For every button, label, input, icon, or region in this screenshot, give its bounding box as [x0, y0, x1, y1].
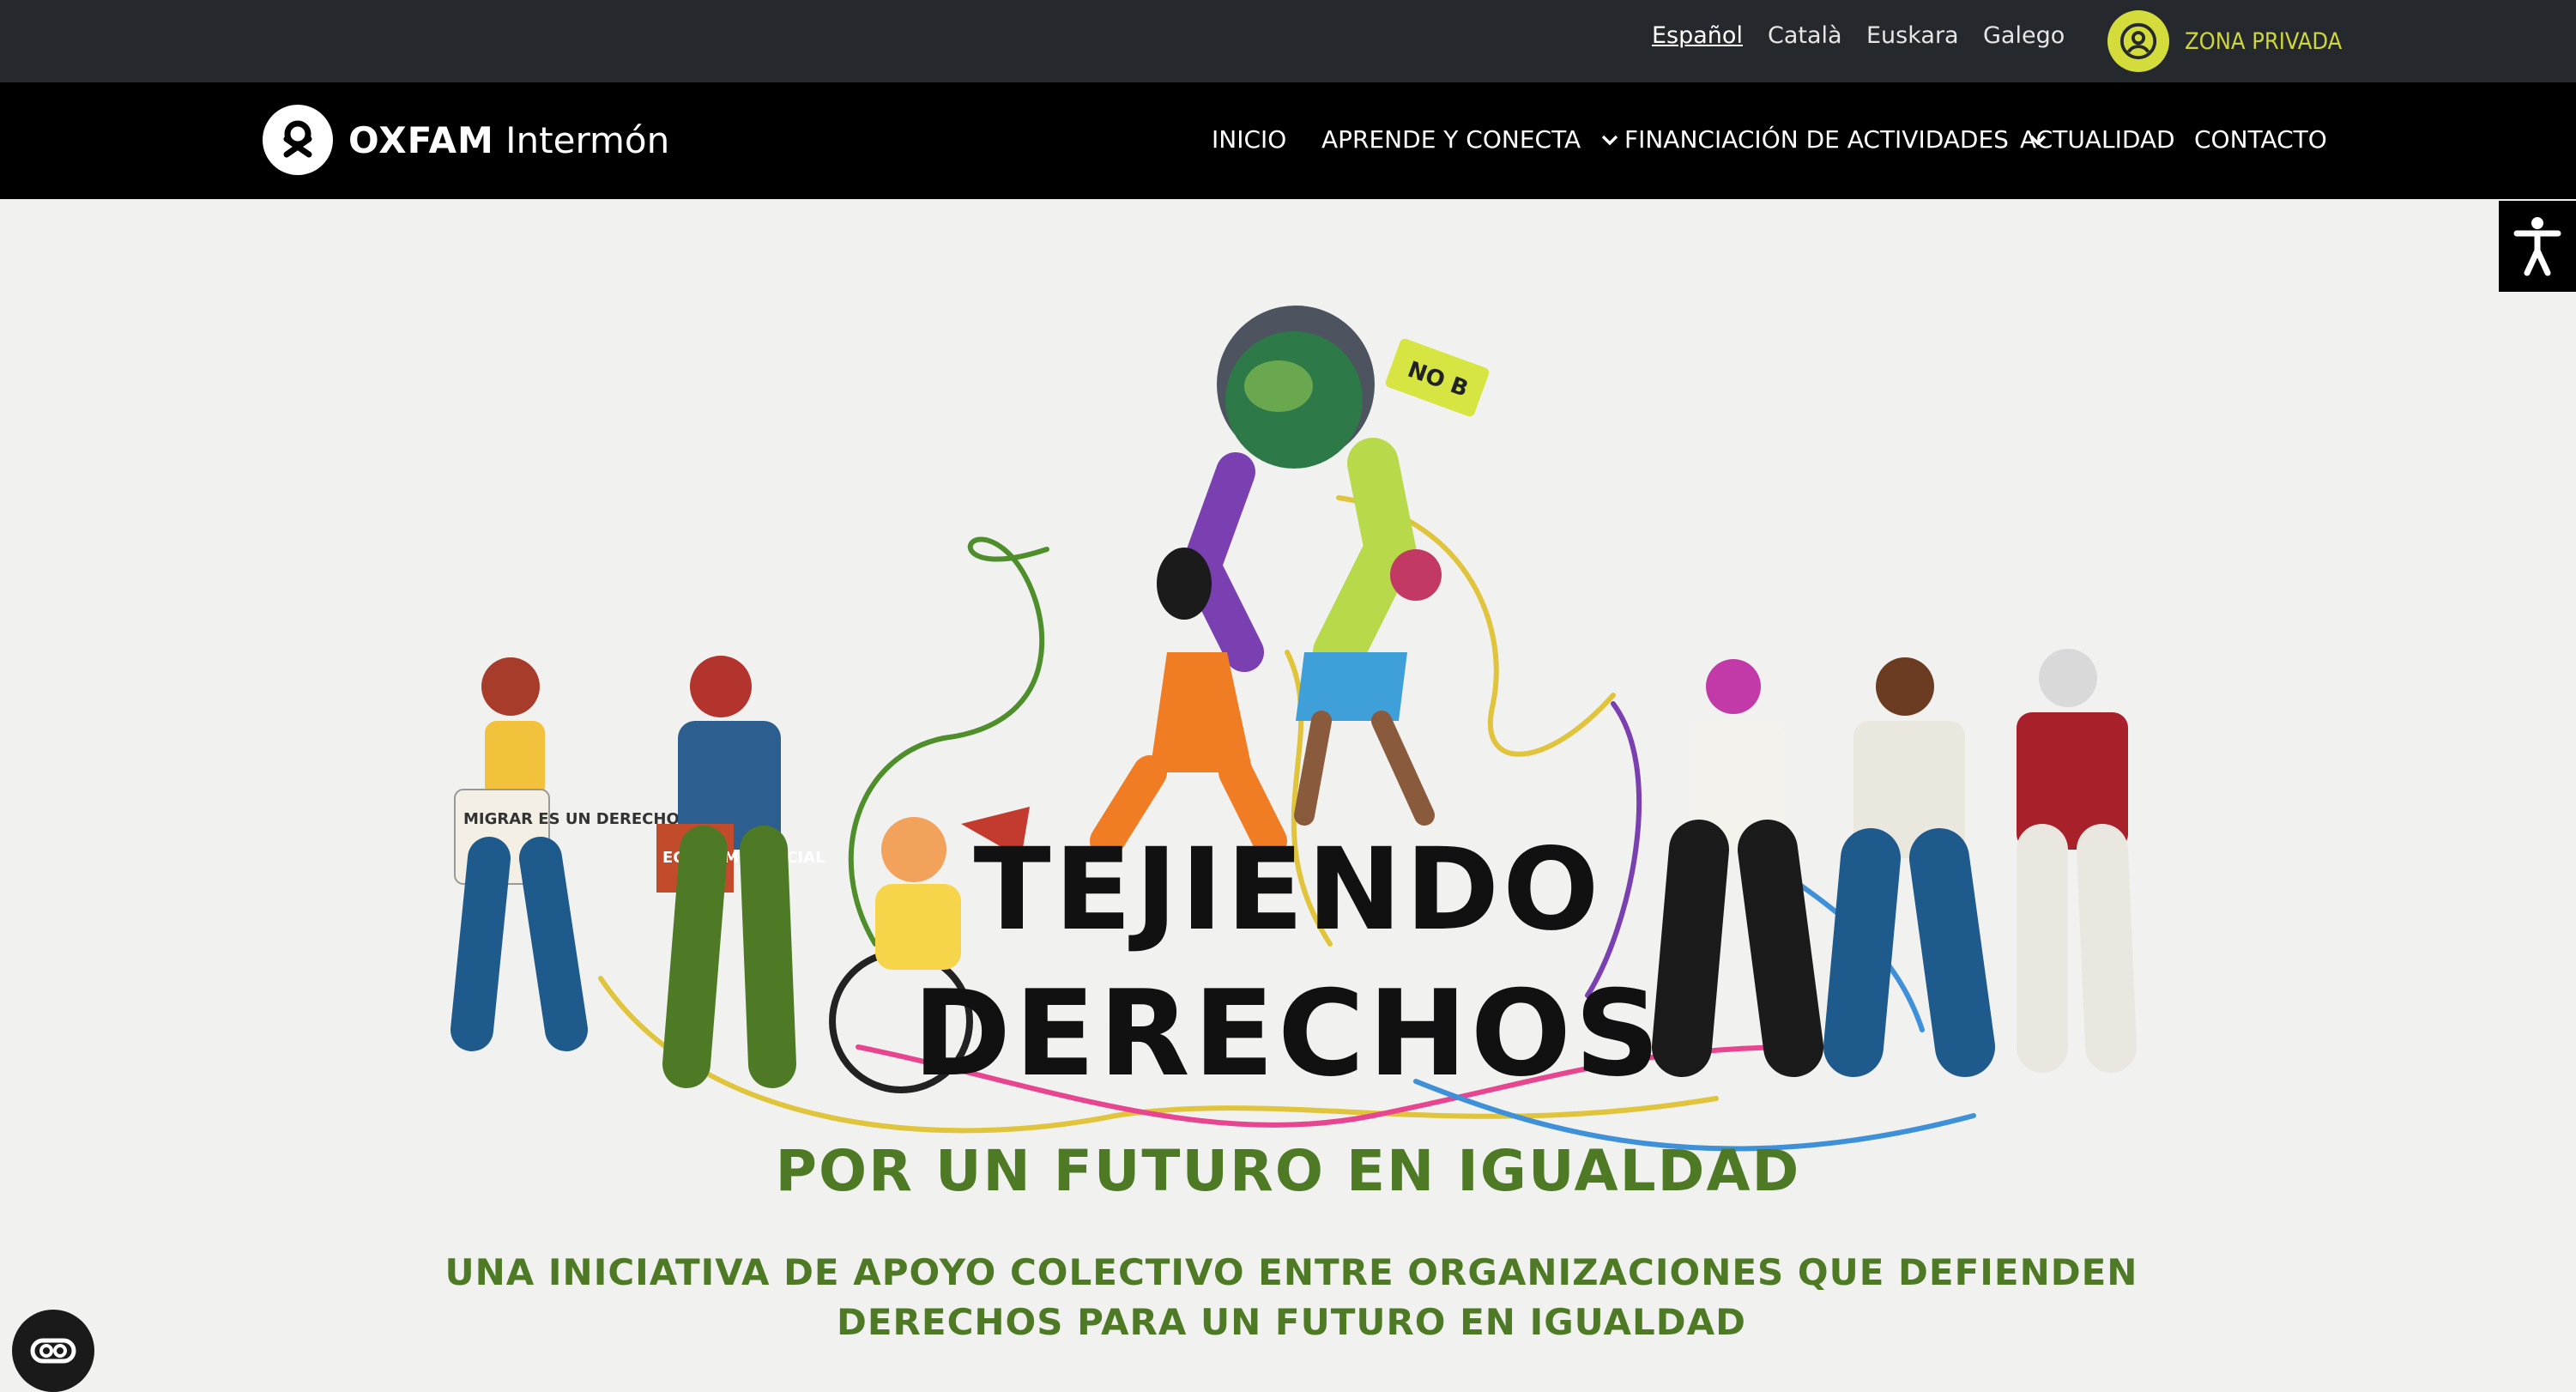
main-navbar: OXFAM Intermón INICIO APRENDE Y CONECTA …	[0, 82, 2576, 199]
nav-actualidad-label: ACTUALIDAD	[2020, 125, 2175, 154]
hero-subtitle: POR UN FUTURO EN IGUALDAD	[775, 1138, 1801, 1204]
chat-eye-icon	[30, 1338, 76, 1364]
private-zone-link[interactable]: ZONA PRIVADA	[2107, 9, 2342, 74]
logo-brand: OXFAM	[348, 118, 494, 161]
nav-aprende-label: APRENDE Y CONECTA	[1321, 125, 1581, 154]
language-bar: Español Català Euskara Galego ZONA PRIVA…	[0, 0, 2576, 82]
globe-figure: NO B	[1217, 306, 1490, 469]
nav-actualidad[interactable]: ACTUALIDAD	[2020, 125, 2175, 154]
nav-aprende-y-conecta[interactable]: APRENDE Y CONECTA	[1321, 125, 1620, 154]
lang-catala[interactable]: Català	[1768, 22, 1842, 49]
central-figures	[1090, 438, 1442, 858]
nav-financiacion[interactable]: FINANCIACIÓN DE ACTIVIDADES	[1624, 125, 2048, 154]
private-zone-label: ZONA PRIVADA	[2185, 27, 2343, 55]
lang-euskara[interactable]: Euskara	[1866, 22, 1959, 49]
nav-contacto[interactable]: CONTACTO	[2194, 125, 2327, 154]
tagline: UNA INICIATIVA DE APOYO COLECTIVO ENTRE …	[444, 1251, 2138, 1343]
accessibility-icon	[2513, 217, 2561, 276]
hero-title-line1: TEJIENDO	[973, 824, 1603, 956]
nav-financiacion-label: FINANCIACIÓN DE ACTIVIDADES	[1624, 125, 2009, 154]
hero-title-line2: DERECHOS	[912, 965, 1664, 1103]
nav-inicio-label: INICIO	[1212, 125, 1287, 154]
oxfam-logo-icon	[263, 105, 333, 175]
logo-name: Intermón	[505, 118, 670, 161]
lang-espanol[interactable]: Español	[1652, 22, 1743, 49]
nav-inicio[interactable]: INICIO	[1212, 125, 1286, 154]
nav-contacto-label: CONTACTO	[2194, 125, 2327, 154]
user-circle-icon	[2107, 10, 2169, 72]
accessibility-button[interactable]	[2499, 201, 2576, 292]
lang-galego[interactable]: Galego	[1983, 22, 2065, 49]
chat-widget-button[interactable]	[12, 1310, 94, 1392]
chevron-down-icon	[1601, 135, 1618, 145]
oxfam-logo[interactable]: OXFAM Intermón	[263, 105, 669, 175]
